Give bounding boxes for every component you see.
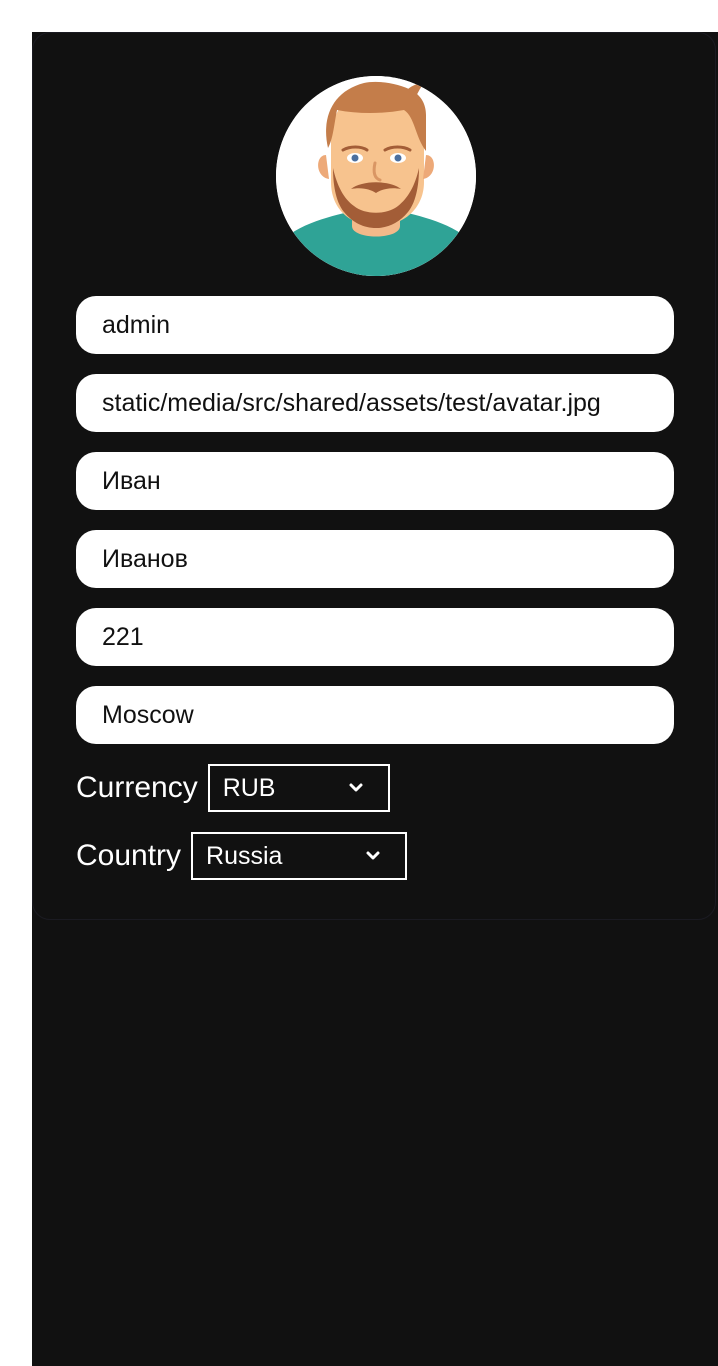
last-name-field[interactable]: Иванов (76, 530, 674, 588)
country-select[interactable]: Russia (191, 832, 408, 880)
currency-label: Currency (76, 771, 198, 804)
first-name-field[interactable]: Иван (76, 452, 674, 510)
avatar-path-field[interactable]: static/media/src/shared/assets/test/avat… (76, 374, 674, 432)
chevron-down-icon (348, 780, 364, 796)
age-field[interactable]: 221 (76, 608, 674, 666)
profile-page: admin static/media/src/shared/assets/tes… (32, 32, 718, 1366)
country-selected-value: Russia (206, 841, 283, 870)
currency-row: Currency RUB (76, 764, 390, 812)
country-label: Country (76, 839, 182, 872)
avatar-illustration-icon (276, 76, 476, 276)
country-row: Country Russia (76, 832, 408, 880)
avatar (276, 76, 476, 276)
city-field[interactable]: Moscow (76, 686, 674, 744)
username-field[interactable]: admin (76, 296, 674, 354)
profile-card: admin static/media/src/shared/assets/tes… (32, 32, 716, 920)
currency-selected-value: RUB (222, 773, 276, 802)
currency-select[interactable]: RUB (207, 764, 390, 812)
chevron-down-icon (365, 848, 381, 864)
